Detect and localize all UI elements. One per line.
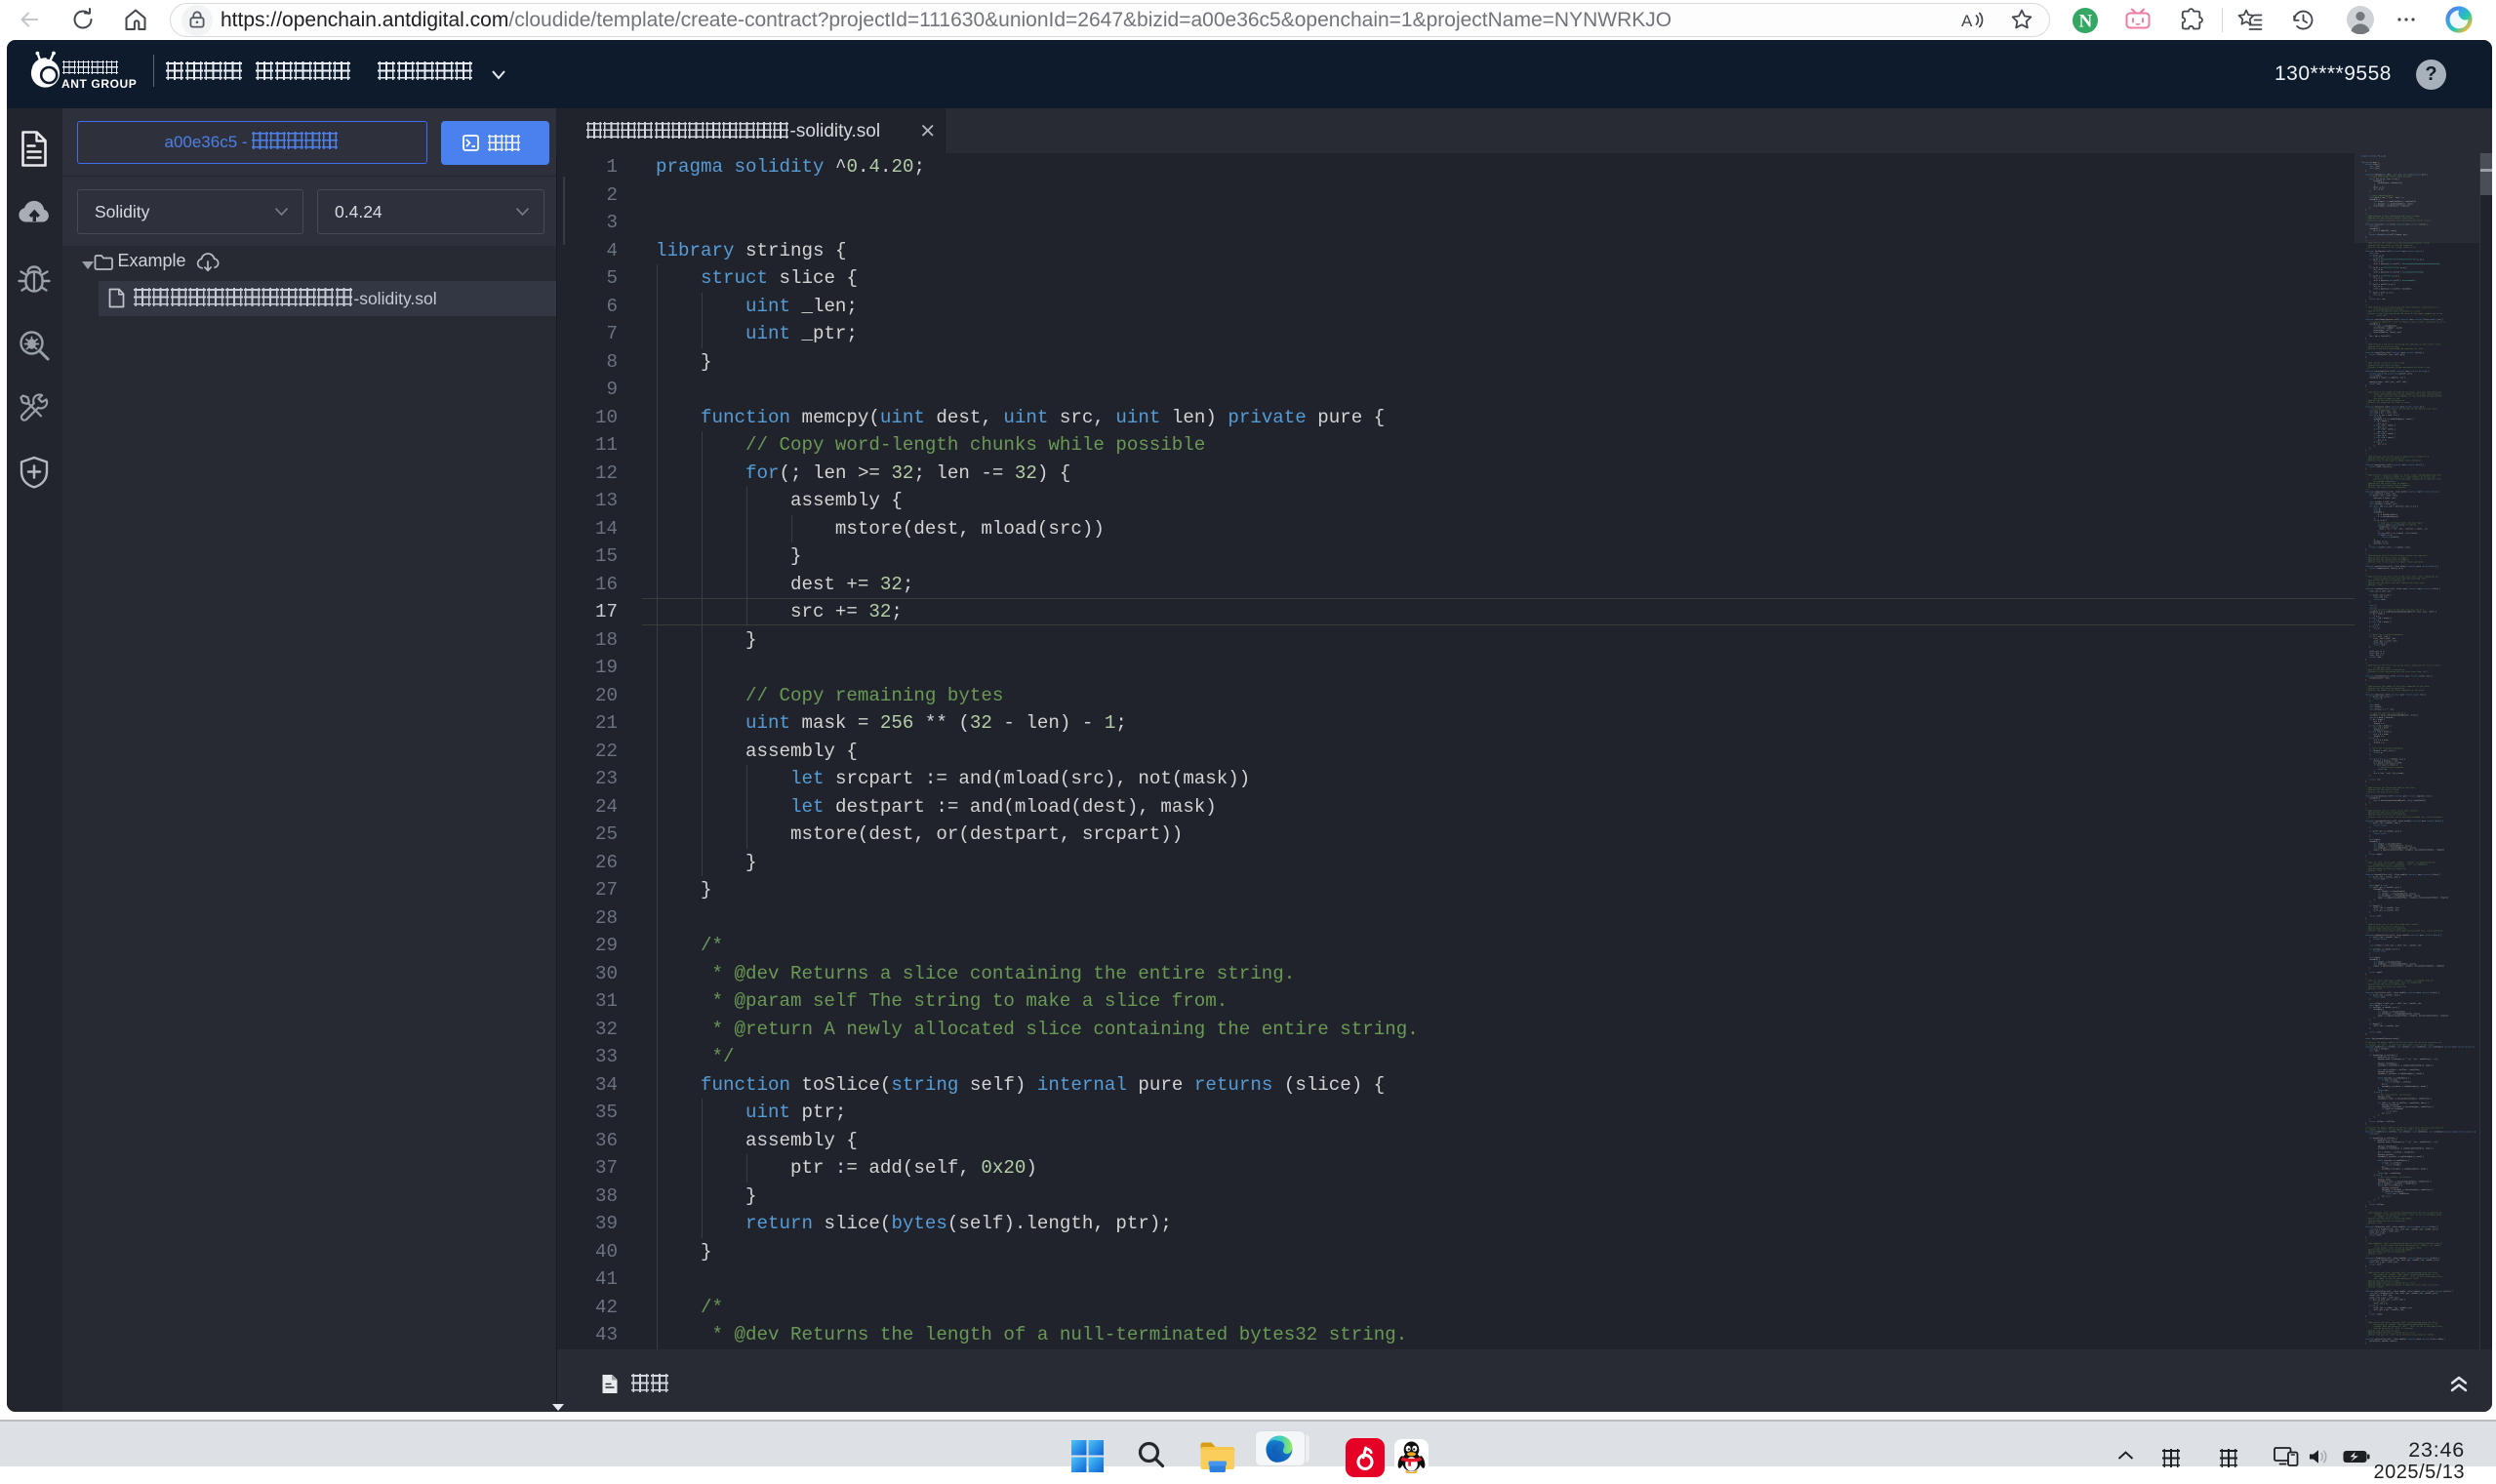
svg-text:N: N — [2079, 11, 2093, 31]
svg-text:A: A — [1961, 12, 1973, 30]
